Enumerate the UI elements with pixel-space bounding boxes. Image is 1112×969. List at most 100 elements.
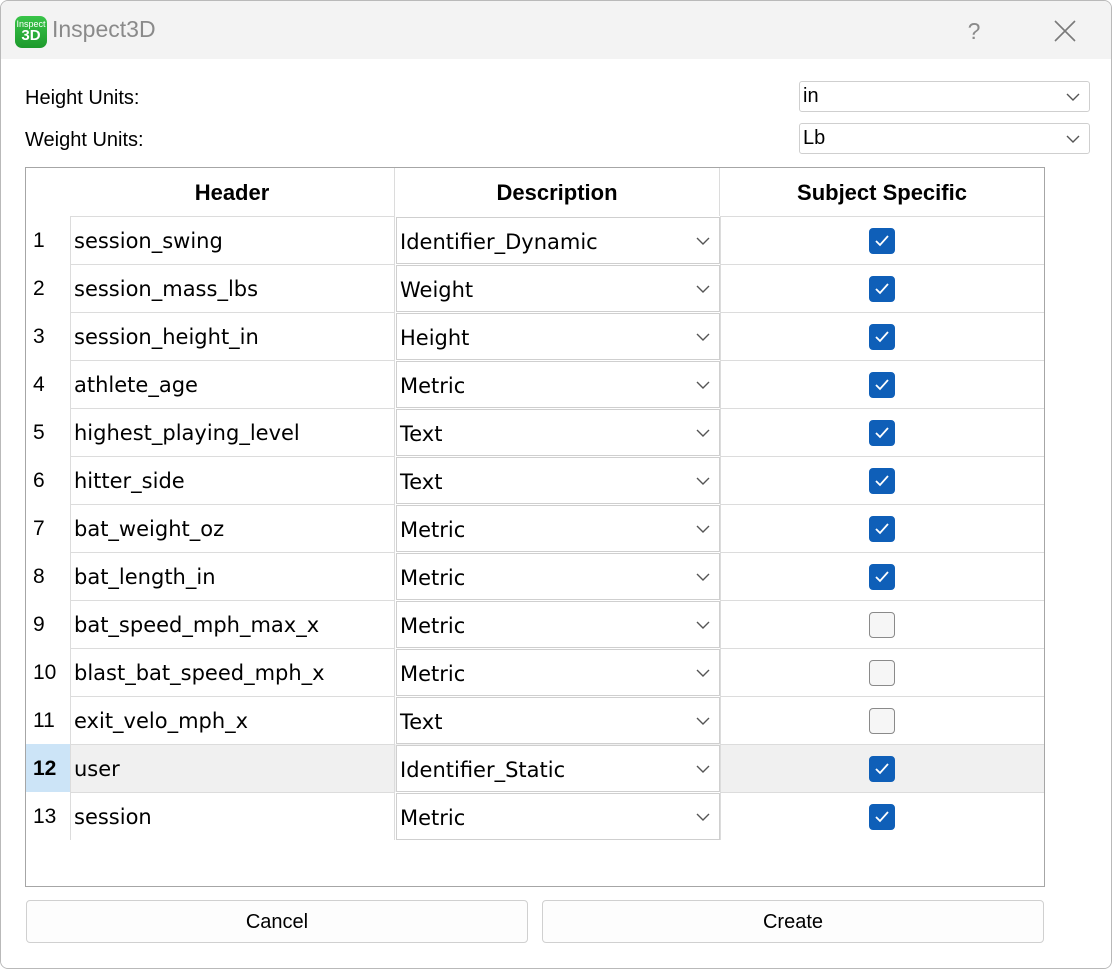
description-select[interactable]: Identifier_Static [396, 745, 720, 792]
description-value: Metric [400, 806, 466, 830]
weight-units-value: Lb [803, 127, 826, 149]
description-value: Identifier_Static [400, 758, 566, 782]
row-number[interactable]: 3 [26, 312, 70, 360]
description-select[interactable]: Metric [396, 553, 720, 600]
checkmark-icon [875, 283, 889, 295]
header-cell[interactable]: user [70, 744, 395, 792]
description-value: Metric [400, 518, 466, 542]
header-cell[interactable]: exit_velo_mph_x [70, 696, 395, 744]
chevron-down-icon [696, 381, 710, 389]
header-cell[interactable]: bat_weight_oz [70, 504, 395, 552]
help-button[interactable]: ? [956, 13, 992, 49]
description-select[interactable]: Metric [396, 361, 720, 408]
table-row[interactable]: 4 athlete_age Metric [26, 360, 1044, 408]
subject-specific-checkbox[interactable] [869, 324, 895, 350]
description-select[interactable]: Metric [396, 505, 720, 552]
subject-specific-checkbox[interactable] [869, 468, 895, 494]
row-number[interactable]: 2 [26, 264, 70, 312]
table-row[interactable]: 12 user Identifier_Static [26, 744, 1044, 792]
description-value: Text [400, 422, 443, 446]
row-number[interactable]: 5 [26, 408, 70, 456]
table-row[interactable]: 9 bat_speed_mph_max_x Metric [26, 600, 1044, 648]
chevron-down-icon [1066, 135, 1080, 143]
row-number[interactable]: 9 [26, 600, 70, 648]
dialog-window: Inspect 3D Inspect3D ? Height Units: in … [0, 0, 1112, 969]
table-row[interactable]: 5 highest_playing_level Text [26, 408, 1044, 456]
description-select[interactable]: Text [396, 697, 720, 744]
chevron-down-icon [696, 525, 710, 533]
subject-specific-checkbox[interactable] [869, 420, 895, 446]
description-select[interactable]: Identifier_Dynamic [396, 217, 720, 264]
row-number[interactable]: 6 [26, 456, 70, 504]
subject-specific-cell [720, 408, 1044, 456]
subject-specific-cell [720, 648, 1044, 696]
row-number[interactable]: 13 [26, 792, 70, 840]
row-number[interactable]: 8 [26, 552, 70, 600]
subject-specific-checkbox[interactable] [869, 708, 895, 734]
description-select[interactable]: Metric [396, 649, 720, 696]
columns-table: Header Description Subject Specific 1 ses… [25, 167, 1045, 887]
chevron-down-icon [696, 813, 710, 821]
table-row[interactable]: 6 hitter_side Text [26, 456, 1044, 504]
weight-units-select[interactable]: Lb [799, 123, 1090, 154]
row-number[interactable]: 11 [26, 696, 70, 744]
checkmark-icon [875, 571, 889, 583]
column-header-subject-specific[interactable]: Subject Specific [720, 168, 1044, 216]
subject-specific-checkbox[interactable] [869, 228, 895, 254]
header-cell[interactable]: blast_bat_speed_mph_x [70, 648, 395, 696]
description-value: Metric [400, 374, 466, 398]
row-number[interactable]: 10 [26, 648, 70, 696]
table-row[interactable]: 7 bat_weight_oz Metric [26, 504, 1044, 552]
header-cell[interactable]: hitter_side [70, 456, 395, 504]
table-row[interactable]: 3 session_height_in Height [26, 312, 1044, 360]
cancel-button[interactable]: Cancel [26, 900, 528, 943]
column-header-header[interactable]: Header [70, 168, 395, 216]
table-row[interactable]: 13 session Metric [26, 792, 1044, 840]
subject-specific-checkbox[interactable] [869, 660, 895, 686]
header-cell[interactable]: session_mass_lbs [70, 264, 395, 312]
table-row[interactable]: 1 session_swing Identifier_Dynamic [26, 216, 1044, 264]
description-select[interactable]: Metric [396, 793, 720, 840]
row-number[interactable]: 1 [26, 216, 70, 264]
checkmark-icon [875, 331, 889, 343]
subject-specific-checkbox[interactable] [869, 564, 895, 590]
subject-specific-cell [720, 792, 1044, 840]
description-select[interactable]: Text [396, 409, 720, 456]
header-cell[interactable]: session_swing [70, 216, 395, 264]
row-number[interactable]: 7 [26, 504, 70, 552]
column-header-description[interactable]: Description [395, 168, 720, 216]
description-value: Metric [400, 614, 466, 638]
table-row[interactable]: 2 session_mass_lbs Weight [26, 264, 1044, 312]
checkmark-icon [875, 475, 889, 487]
description-select[interactable]: Height [396, 313, 720, 360]
subject-specific-checkbox[interactable] [869, 756, 895, 782]
header-cell[interactable]: bat_length_in [70, 552, 395, 600]
header-cell[interactable]: athlete_age [70, 360, 395, 408]
table-row[interactable]: 8 bat_length_in Metric [26, 552, 1044, 600]
subject-specific-checkbox[interactable] [869, 516, 895, 542]
table-row[interactable]: 11 exit_velo_mph_x Text [26, 696, 1044, 744]
chevron-down-icon [696, 237, 710, 245]
subject-specific-cell [720, 456, 1044, 504]
header-cell[interactable]: session [70, 792, 395, 840]
subject-specific-checkbox[interactable] [869, 612, 895, 638]
subject-specific-checkbox[interactable] [869, 804, 895, 830]
create-button[interactable]: Create [542, 900, 1044, 943]
table-row[interactable]: 10 blast_bat_speed_mph_x Metric [26, 648, 1044, 696]
description-select[interactable]: Weight [396, 265, 720, 312]
chevron-down-icon [696, 717, 710, 725]
checkmark-icon [875, 379, 889, 391]
row-number[interactable]: 12 [26, 744, 70, 792]
checkmark-icon [875, 763, 889, 775]
subject-specific-checkbox[interactable] [869, 372, 895, 398]
height-units-select[interactable]: in [799, 81, 1090, 112]
description-select[interactable]: Text [396, 457, 720, 504]
subject-specific-cell [720, 312, 1044, 360]
header-cell[interactable]: highest_playing_level [70, 408, 395, 456]
header-cell[interactable]: bat_speed_mph_max_x [70, 600, 395, 648]
close-button[interactable] [1047, 13, 1083, 49]
header-cell[interactable]: session_height_in [70, 312, 395, 360]
subject-specific-checkbox[interactable] [869, 276, 895, 302]
description-select[interactable]: Metric [396, 601, 720, 648]
row-number[interactable]: 4 [26, 360, 70, 408]
